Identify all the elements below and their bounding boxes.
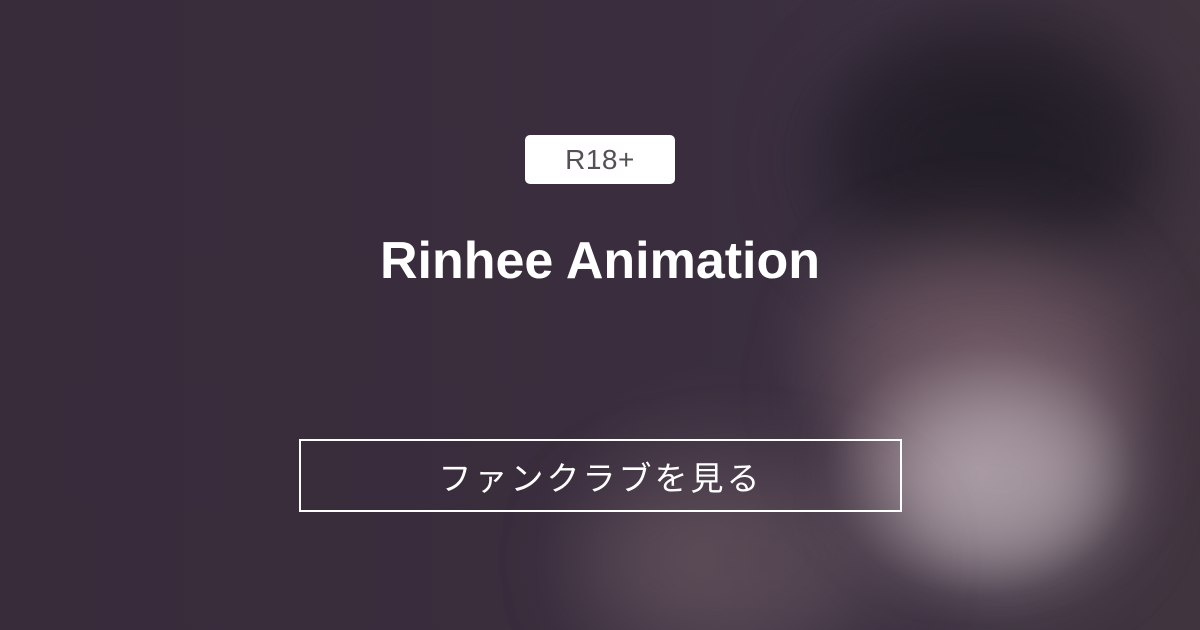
view-fanclub-button[interactable]: ファンクラブを見る [299,439,902,512]
background-image [0,0,1200,630]
background-blur-light [880,380,1120,580]
age-rating-badge: R18+ [525,135,675,184]
fanclub-title: Rinhee Animation [379,232,821,290]
